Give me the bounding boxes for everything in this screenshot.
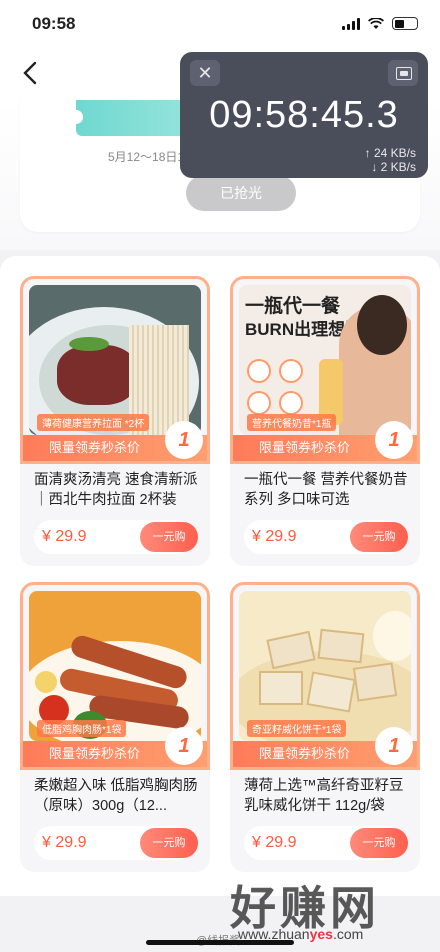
price-badge: 1 bbox=[375, 727, 413, 765]
buy-button[interactable]: 一元购 bbox=[350, 828, 408, 858]
buy-button[interactable]: 一元购 bbox=[140, 522, 198, 552]
product-image: 一瓶代一餐 BURN出理想型 营养代餐奶昔*1瓶 限量领券秒杀价 1 bbox=[230, 276, 420, 464]
status-bar: 09:58 bbox=[0, 0, 440, 48]
upload-speed: ↑ 24 KB/s bbox=[364, 146, 416, 160]
product-image: 薄荷健康营养拉面 *2杯 限量领券秒杀价 1 bbox=[20, 276, 210, 464]
floating-timer[interactable]: ✕ 09:58:45.3 ↑ 24 KB/s ↓ 2 KB/s bbox=[180, 52, 428, 178]
product-card[interactable]: 奇亚籽威化饼干*1袋 限量领券秒杀价 1 薄荷上选™高纤奇亚籽豆乳味威化饼干 1… bbox=[230, 582, 420, 872]
product-title: 柔嫩超入味 低脂鸡胸肉肠（原味）300g（12... bbox=[34, 778, 198, 814]
close-icon[interactable]: ✕ bbox=[190, 60, 220, 86]
product-price: ¥ 29.9 bbox=[42, 834, 87, 851]
wifi-icon bbox=[368, 17, 384, 29]
buy-button[interactable]: 一元购 bbox=[140, 828, 198, 858]
product-title: 一瓶代一餐 营养代餐奶昔系列 多口味可选 bbox=[244, 472, 408, 508]
battery-icon bbox=[392, 17, 418, 30]
product-title: 薄荷上选™高纤奇亚籽豆乳味威化饼干 112g/袋 bbox=[244, 778, 404, 814]
signal-icon bbox=[342, 17, 360, 30]
chevron-left-icon bbox=[23, 61, 37, 85]
product-card[interactable]: 低脂鸡胸肉肠*1袋 限量领券秒杀价 1 柔嫩超入味 低脂鸡胸肉肠（原味）300g… bbox=[20, 582, 210, 872]
product-grid: 薄荷健康营养拉面 *2杯 限量领券秒杀价 1 面清爽汤清亮 速食清新派｜西北牛肉… bbox=[0, 256, 440, 896]
product-tag: 薄荷健康营养拉面 *2杯 bbox=[37, 414, 150, 431]
product-tag: 低脂鸡胸肉肠*1袋 bbox=[37, 720, 127, 737]
product-image: 奇亚籽威化饼干*1袋 限量领券秒杀价 1 bbox=[230, 582, 420, 770]
price-badge: 1 bbox=[165, 727, 203, 765]
sold-out-button[interactable]: 已抢光 bbox=[186, 175, 296, 211]
product-tag: 奇亚籽威化饼干*1袋 bbox=[247, 720, 347, 737]
timer-clock: 09:58:45.3 bbox=[209, 94, 399, 136]
product-card[interactable]: 一瓶代一餐 BURN出理想型 营养代餐奶昔*1瓶 限量领券秒杀价 1 一瓶代一餐… bbox=[230, 276, 420, 566]
product-price: ¥ 29.9 bbox=[252, 528, 297, 545]
back-button[interactable] bbox=[20, 60, 46, 86]
picture-in-picture-icon[interactable] bbox=[388, 60, 418, 86]
product-image: 低脂鸡胸肉肠*1袋 限量领券秒杀价 1 bbox=[20, 582, 210, 770]
price-badge: 1 bbox=[375, 421, 413, 459]
download-speed: ↓ 2 KB/s bbox=[371, 160, 416, 174]
product-tag: 营养代餐奶昔*1瓶 bbox=[247, 414, 337, 431]
price-badge: 1 bbox=[165, 421, 203, 459]
home-indicator[interactable] bbox=[146, 940, 294, 945]
product-price: ¥ 29.9 bbox=[42, 528, 87, 545]
product-card[interactable]: 薄荷健康营养拉面 *2杯 限量领券秒杀价 1 面清爽汤清亮 速食清新派｜西北牛肉… bbox=[20, 276, 210, 566]
buy-button[interactable]: 一元购 bbox=[350, 522, 408, 552]
product-price: ¥ 29.9 bbox=[252, 834, 297, 851]
product-headline: 一瓶代一餐 bbox=[245, 296, 341, 317]
status-icons bbox=[342, 17, 418, 30]
product-title: 面清爽汤清亮 速食清新派｜西北牛肉拉面 2杯装 bbox=[34, 472, 198, 508]
status-time: 09:58 bbox=[32, 14, 76, 33]
